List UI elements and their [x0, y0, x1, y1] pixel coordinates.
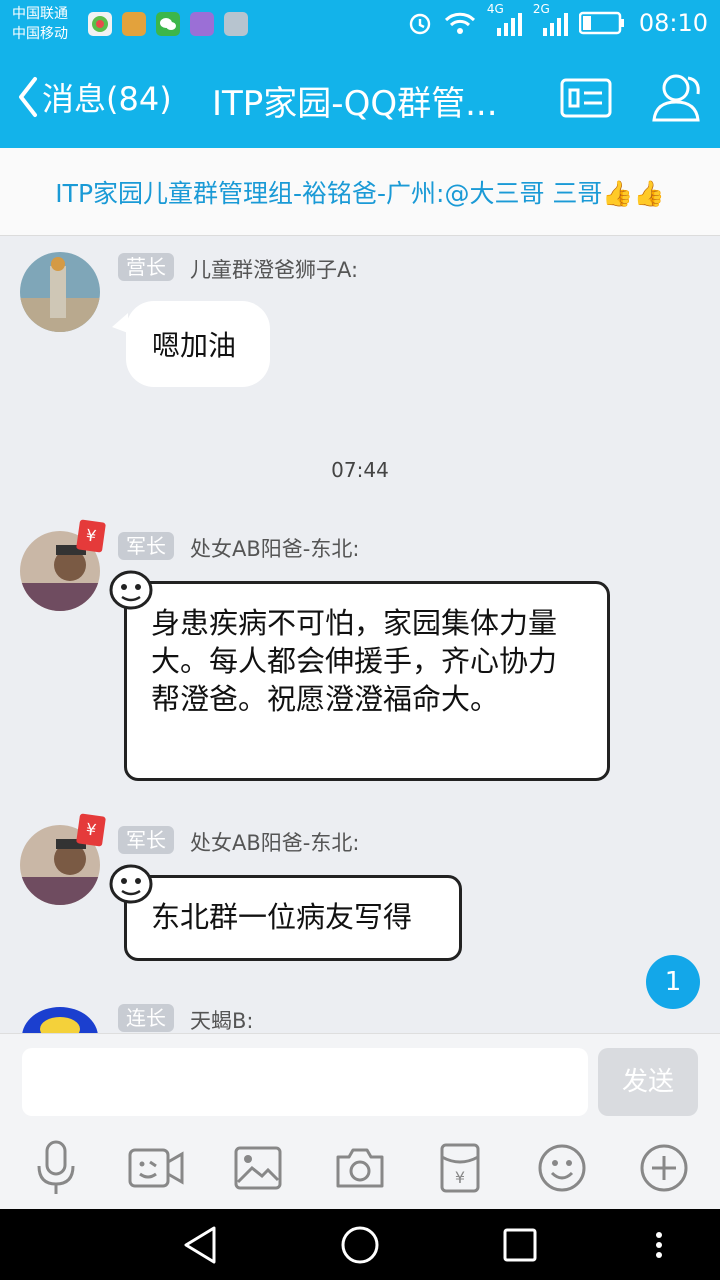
group-members-icon: [652, 74, 700, 122]
plus-icon: [640, 1144, 688, 1192]
back-label: 消息(84): [42, 80, 172, 118]
svg-text:¥: ¥: [455, 1168, 465, 1187]
circle-home-icon: [341, 1226, 379, 1264]
triangle-back-icon: [184, 1226, 216, 1264]
alarm-icon: [409, 13, 431, 35]
nav-home-button[interactable]: [340, 1225, 380, 1269]
message-bubble[interactable]: 东北群一位病友写得: [124, 875, 462, 961]
message-text: 身患疾病不可怕，家园集体力量大。每人都会伸援手，齐心协力帮澄爸。祝愿澄澄福命大。: [151, 606, 558, 716]
emoji-button[interactable]: [532, 1140, 592, 1196]
clock: 08:10: [638, 9, 708, 37]
unread-count-badge[interactable]: 1: [646, 955, 700, 1009]
group-card-button[interactable]: [560, 78, 612, 122]
composer-toolbar: ¥: [0, 1140, 720, 1196]
wifi-icon: [444, 12, 475, 34]
app-notification-icon: [88, 12, 112, 36]
rank-badge: 营长: [118, 253, 174, 281]
bubble-mascot-icon: [109, 864, 153, 904]
page-title: ITP家园-QQ群管...: [212, 84, 498, 124]
notification-icons: [88, 12, 248, 36]
microphone-icon: [37, 1140, 75, 1194]
announcement-text: ITP家园儿童群管理组-裕铭爸-广州:@大三哥 三哥👍👍: [55, 178, 665, 208]
sender-name[interactable]: 处女AB阳爸-东北:: [190, 827, 359, 857]
red-packet-icon: ¥: [440, 1143, 480, 1193]
chevron-left-icon: [19, 77, 37, 117]
video-emoji-button[interactable]: [126, 1140, 186, 1196]
status-bar: 中国联通 中国移动 4G 2G 08:10: [0, 0, 720, 48]
send-button[interactable]: 发送: [598, 1048, 698, 1116]
message-text: 东北群一位病友写得: [151, 900, 413, 934]
carrier-2: 中国移动: [12, 26, 68, 42]
camera-icon: [336, 1148, 384, 1188]
battery-icon: [578, 11, 624, 35]
rank-badge: 军长: [118, 532, 174, 560]
bubble-mascot-icon: [109, 570, 153, 610]
camera-button[interactable]: [330, 1140, 390, 1196]
image-button[interactable]: [228, 1140, 288, 1196]
message-bubble[interactable]: 身患疾病不可怕，家园集体力量大。每人都会伸援手，齐心协力帮澄爸。祝愿澄澄福命大。: [124, 581, 610, 781]
app-notification-icon: [122, 12, 146, 36]
carrier-1: 中国联通: [12, 6, 68, 22]
nav-recents-button[interactable]: [502, 1225, 538, 1269]
nav-back-button[interactable]: [182, 1225, 218, 1269]
avatar[interactable]: [20, 252, 100, 332]
rank-badge: 军长: [118, 826, 174, 854]
emoji-icon: [538, 1144, 586, 1192]
red-packet-badge: ¥: [76, 813, 106, 847]
message-timestamp: 07:44: [331, 458, 389, 482]
image-icon: [234, 1146, 282, 1190]
gallery-notification-icon: [190, 12, 214, 36]
signal-2g-icon: 2G: [533, 2, 569, 38]
sender-name[interactable]: 天蝎B:: [190, 1005, 253, 1033]
title-bar: 消息(84) ITP家园-QQ群管...: [0, 48, 720, 148]
composer: 发送 ¥: [0, 1033, 720, 1209]
wechat-notification-icon: [156, 12, 180, 36]
group-members-button[interactable]: [648, 70, 706, 128]
sender-name[interactable]: 儿童群澄爸狮子A:: [190, 254, 358, 284]
sender-name[interactable]: 处女AB阳爸-东北:: [190, 533, 359, 563]
voice-button[interactable]: [26, 1140, 86, 1196]
chat-area[interactable]: 营长 儿童群澄爸狮子A: 嗯加油 07:44 ¥ 军长 处女AB阳爸-东北: 身…: [0, 237, 720, 1033]
system-nav-bar: [0, 1209, 720, 1280]
red-packet-button[interactable]: ¥: [430, 1140, 490, 1196]
red-packet-badge: ¥: [76, 519, 106, 553]
system-indicators: 4G 2G 08:10: [407, 2, 708, 38]
vertical-dots-icon: [656, 1232, 662, 1258]
mail-notification-icon: [224, 12, 248, 36]
signal-4g-icon: 4G: [487, 2, 523, 38]
back-button[interactable]: 消息(84): [16, 74, 172, 120]
message-text: 嗯加油: [152, 329, 237, 362]
group-announcement[interactable]: ITP家园儿童群管理组-裕铭爸-广州:@大三哥 三哥👍👍: [0, 148, 720, 236]
video-emoji-icon: [128, 1148, 184, 1188]
message-input[interactable]: [22, 1048, 588, 1116]
profile-card-icon: [560, 78, 612, 118]
nav-menu-button[interactable]: [652, 1225, 666, 1269]
rank-badge: 连长: [118, 1004, 174, 1032]
avatar[interactable]: [20, 1003, 100, 1033]
message-bubble[interactable]: 嗯加油: [126, 301, 270, 387]
more-button[interactable]: [634, 1140, 694, 1196]
square-recents-icon: [503, 1228, 537, 1262]
carrier-info: 中国联通 中国移动: [12, 4, 68, 44]
